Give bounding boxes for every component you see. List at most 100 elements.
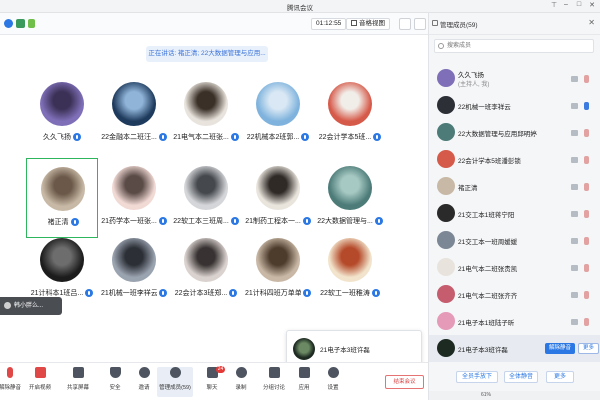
member-row[interactable]: 21电子本3班许磊 解除静音 更多 [429,335,600,362]
camera-off-icon[interactable] [571,76,578,82]
top-toolbar: 01:12:55 音格视图 [0,13,428,35]
share-screen-button[interactable]: 共享屏幕 [63,367,93,397]
breakout-button[interactable]: 分组讨论 [259,367,289,397]
member-name: 21交工本1班蒋宁阳 [458,212,515,219]
avatar [437,150,455,168]
close-icon[interactable]: ✕ [586,1,598,9]
member-row[interactable]: 21电气本二班张贵凯 [429,254,600,281]
mic-muted-icon[interactable] [584,156,589,164]
mic-muted-icon[interactable] [584,183,589,191]
member-row[interactable]: 22机械一班李祥云 [429,92,600,119]
avatar [437,285,455,303]
avatar [293,338,315,360]
tile-name-text: 22会计本3班郑... [174,290,228,297]
mic-icon [229,289,238,297]
video-tile[interactable]: 22软工一班稚涛 [314,230,386,310]
video-tile[interactable]: 22软工本三班周... [170,158,242,238]
settings-button[interactable]: 设置 [318,367,348,397]
member-row[interactable]: 22会计学本5班潘彭锁 [429,146,600,173]
mic-muted-icon[interactable] [584,291,589,299]
unmute-button[interactable]: 解除静音 [0,367,25,397]
invite-button[interactable]: 邀请 [129,367,159,397]
record-button[interactable]: 录制 [226,367,256,397]
avatar [184,166,228,210]
member-more-button[interactable]: 更多 [578,343,599,354]
view-mode-button[interactable]: 音格视图 [346,18,390,30]
mic-muted-icon[interactable] [584,237,589,245]
search-input[interactable] [447,41,587,51]
lower-all-hands-button[interactable]: 全员手放下 [456,371,498,383]
video-tile[interactable]: 22会计本3班郑... [170,230,242,310]
avatar [256,166,300,210]
mic-muted-icon[interactable] [584,264,589,272]
gear-icon [327,367,339,378]
tile-name: 21机械一班李祥云 [98,288,170,298]
video-tile[interactable]: 21机械一班李祥云 [98,230,170,310]
speaker-pill[interactable]: 韩小胖么... [0,297,62,315]
tile-name-text: 21机械一班李祥云 [101,290,157,297]
video-tile[interactable]: 21制药工程本一... [242,158,314,238]
member-row[interactable]: 21电子本1班陆子昕 [429,308,600,335]
shield-icon[interactable] [16,19,25,28]
camera-off-icon[interactable] [571,292,578,298]
toolbar-label: 应用 [298,385,310,391]
video-tile[interactable]: 褚正清 [26,158,98,238]
member-search[interactable] [434,39,594,53]
member-row[interactable]: 21电气本二班张齐齐 [429,281,600,308]
member-row[interactable]: 21交工本1班蒋宁阳 [429,200,600,227]
end-meeting-button[interactable]: 结束会议 [385,375,424,389]
video-tile[interactable]: 22大数据管理与... [314,158,386,238]
security-button[interactable]: 安全 [100,367,130,397]
camera-off-icon [34,367,46,378]
mic-muted-icon[interactable] [584,318,589,326]
apps-button[interactable]: 应用 [289,367,319,397]
camera-off-icon[interactable] [571,238,578,244]
minimize-icon[interactable]: – [560,1,572,8]
tile-name: 22金融本二班汪... [98,132,170,142]
member-row[interactable]: 22大数据管理与应用邱明婷 [429,119,600,146]
video-tile[interactable]: 21药学本一班张... [98,158,170,238]
mic-muted-icon[interactable] [584,129,589,137]
camera-off-icon[interactable] [571,265,578,271]
camera-off-icon[interactable] [571,184,578,190]
video-tile[interactable]: 22机械本2班郭... [242,74,314,154]
camera-off-icon[interactable] [571,319,578,325]
panel-title: 管理成员(59) [440,22,478,29]
avatar [40,238,84,282]
camera-off-icon[interactable] [571,103,578,109]
signal-icon[interactable] [28,19,35,28]
fullscreen-icon[interactable] [399,18,411,30]
maximize-icon[interactable]: □ [573,1,585,8]
manage-members-button[interactable]: 管理成员(59) [157,367,193,397]
mic-muted-icon[interactable] [584,75,589,83]
camera-off-icon[interactable] [571,157,578,163]
member-role: (主持人, 我) [458,82,490,88]
member-name: 21电子本1班陆子昕 [458,320,515,327]
member-row[interactable]: 褚正清 [429,173,600,200]
tile-name-text: 22软工本三班周... [173,218,229,225]
video-tile[interactable]: 久久飞扬 [26,74,98,154]
pin-icon[interactable]: ⊤ [548,1,560,9]
video-tile[interactable]: 22会计学本5班... [314,74,386,154]
avatar [437,258,455,276]
video-tile[interactable]: 21计科四班万单单 [242,230,314,310]
start-video-button[interactable]: 开启视频 [25,367,55,397]
tile-name: 22软工一班稚涛 [314,288,386,298]
chat-button[interactable]: 24 聊天 [197,366,227,397]
camera-off-icon[interactable] [571,211,578,217]
video-tile[interactable]: 22金融本二班汪... [98,74,170,154]
member-row[interactable]: 21交工本一班周媛媛 [429,227,600,254]
layout-icon[interactable] [414,18,426,30]
close-icon[interactable]: ✕ [588,18,595,27]
info-icon[interactable] [4,19,13,28]
apps-icon [298,367,310,378]
mute-all-button[interactable]: 全体静音 [504,371,538,383]
mic-icon[interactable] [584,102,589,110]
video-tile[interactable]: 21电气本二班张... [170,74,242,154]
mic-muted-icon[interactable] [584,210,589,218]
camera-off-icon[interactable] [571,130,578,136]
member-row[interactable]: 久久飞扬 (主持人, 我) [429,65,600,92]
panel-footer: 全员手放下 全体静音 更多 [429,369,600,391]
more-options-button[interactable]: 更多 [546,371,574,383]
member-unmute-button[interactable]: 解除静音 [545,343,575,354]
